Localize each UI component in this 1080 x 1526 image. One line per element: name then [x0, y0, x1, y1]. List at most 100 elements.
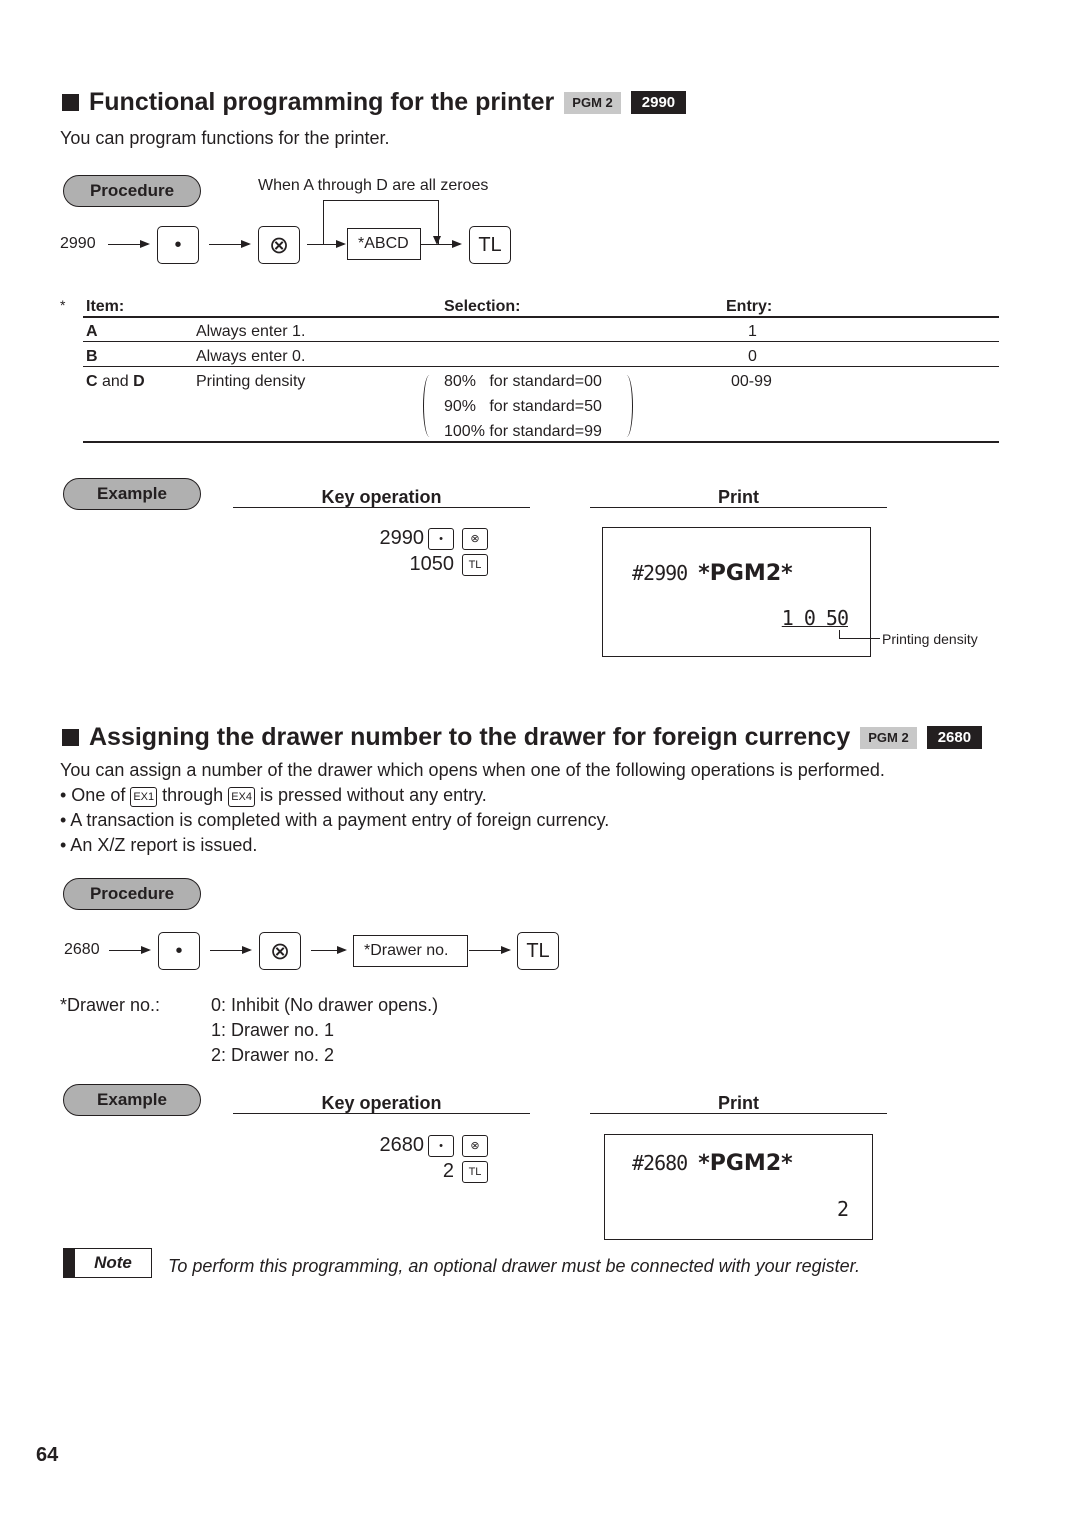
key-operation-line: 2680 • ⊗: [380, 1134, 488, 1157]
flow-arrow: [469, 946, 511, 954]
header-underline: [590, 1113, 887, 1114]
total-key: TL: [469, 226, 511, 264]
section1-heading: Functional programming for the printer P…: [62, 88, 687, 117]
ex1-key-icon: EX1: [130, 787, 158, 807]
flow-start-code: 2990: [60, 235, 96, 252]
bullet-item: • A transaction is completed with a paym…: [60, 810, 610, 830]
bullet-text: • One of: [60, 785, 131, 805]
table-bottom-rule: [83, 441, 999, 443]
receipt-value-line: 2: [836, 1197, 849, 1221]
pgm-mode-badge: PGM 2: [860, 726, 917, 749]
key-operation-header: Key operation: [321, 487, 442, 507]
close-paren-icon: [620, 375, 633, 437]
row-divider: [83, 341, 999, 342]
bullet-item: • One of EX1 through EX4 is pressed with…: [60, 785, 487, 807]
bullet-item: • An X/Z report is issued.: [60, 835, 258, 855]
bypass-note: When A through D are all zeroes: [258, 177, 489, 194]
total-key-icon: TL: [462, 553, 488, 576]
total-key-icon: TL: [462, 1160, 488, 1183]
multiply-key-icon: ⊗: [462, 1134, 488, 1157]
bullet-text: through: [157, 785, 229, 805]
print-header: Print: [717, 1093, 759, 1113]
header-underline: [590, 507, 887, 508]
key-operation-value: 2: [442, 1160, 454, 1182]
note-text: To perform this programming, an optional…: [168, 1256, 860, 1276]
row-item: C and D: [86, 373, 145, 391]
row-entry: 1: [748, 323, 757, 340]
example-label: Example: [63, 1084, 201, 1116]
decimal-key-icon: •: [428, 527, 454, 550]
pgm-mode-badge: PGM 2: [564, 91, 621, 114]
row-divider: [83, 366, 999, 367]
header-item: Item:: [86, 298, 125, 315]
print-header: Print: [717, 487, 759, 507]
key-operation-line: 2990 • ⊗: [379, 527, 488, 550]
key-operation-header: Key operation: [321, 1093, 442, 1113]
page-number: 64: [36, 1444, 59, 1466]
receipt-program-code: #2990: [632, 561, 699, 585]
header-underline: [233, 507, 530, 508]
procedure-label: Procedure: [63, 878, 201, 910]
row-item: B: [86, 348, 98, 365]
row-item-c: C: [86, 373, 98, 390]
section1-title: Functional programming for the printer: [89, 88, 555, 116]
receipt-program-code: #2680: [632, 1151, 699, 1175]
abcd-entry-box: *ABCD: [347, 228, 421, 260]
decimal-key: •: [158, 932, 200, 970]
multiply-key: ⊗: [258, 226, 300, 264]
drawer-option: 2: Drawer no. 2: [211, 1045, 335, 1065]
printing-density-annotation: Printing density: [882, 631, 978, 647]
density-option: 80% for standard=00: [444, 373, 602, 390]
flow-arrow: [307, 240, 346, 248]
row-item-and: and: [97, 373, 134, 390]
bullet-text: is pressed without any entry.: [255, 785, 487, 805]
row-entry: 00-99: [731, 373, 772, 390]
drawer-option: 1: Drawer no. 1: [211, 1020, 335, 1040]
key-operation-value: 2990: [379, 527, 425, 549]
flow-arrow: [421, 240, 462, 248]
procedure-label: Procedure: [63, 175, 201, 207]
ex4-key-icon: EX4: [228, 787, 255, 807]
density-option: 100% for standard=99: [444, 423, 602, 440]
key-operation-line: 2 TL: [443, 1160, 488, 1183]
receipt-print: #2680 *PGM2* 2: [604, 1134, 873, 1240]
decimal-key-icon: •: [428, 1134, 454, 1157]
row-description: Always enter 1.: [196, 323, 306, 340]
section2-heading: Assigning the drawer number to the drawe…: [62, 723, 983, 752]
program-code-badge: 2680: [926, 726, 983, 749]
receipt-pgm-mode: *PGM2*: [698, 1151, 793, 1176]
heading-bullet-icon: [62, 729, 79, 746]
row-description: Always enter 0.: [196, 348, 306, 365]
multiply-key: ⊗: [259, 932, 301, 970]
annotation-bracket: [839, 630, 880, 639]
heading-bullet-icon: [62, 94, 79, 111]
density-option: 90% for standard=50: [444, 398, 602, 415]
receipt-header-line: #2680 *PGM2*: [632, 1151, 793, 1176]
section2-title: Assigning the drawer number to the drawe…: [89, 723, 851, 751]
table-footnote-asterisk: *: [60, 297, 66, 313]
row-entry: 0: [748, 348, 757, 365]
receipt-header-line: #2990 *PGM2*: [632, 561, 793, 586]
multiply-key-icon: ⊗: [462, 527, 488, 550]
example-label: Example: [63, 478, 201, 510]
key-operation-line: 1050 TL: [409, 553, 488, 576]
table-header-rule: [83, 316, 999, 318]
receipt-value-line: 1 0 50: [781, 606, 849, 630]
drawer-no-label: *Drawer no.:: [60, 995, 161, 1015]
section1-intro: You can program functions for the printe…: [60, 128, 390, 148]
row-description: Printing density: [196, 373, 306, 390]
drawer-no-entry-box: *Drawer no.: [353, 935, 468, 967]
header-selection: Selection:: [444, 298, 521, 315]
program-code-badge: 2990: [630, 91, 687, 114]
open-paren-icon: [423, 375, 436, 437]
section2-intro: You can assign a number of the drawer wh…: [60, 760, 885, 780]
flow-arrow: [210, 946, 252, 954]
flow-arrow: [311, 946, 347, 954]
header-underline: [233, 1113, 530, 1114]
note-badge: Note: [63, 1248, 152, 1278]
drawer-option: 0: Inhibit (No drawer opens.): [211, 995, 439, 1015]
flow-arrow: [108, 240, 150, 248]
flow-arrow: [109, 946, 151, 954]
receipt-print: #2990 *PGM2* 1 0 50: [602, 527, 871, 657]
key-operation-value: 1050: [409, 553, 455, 575]
